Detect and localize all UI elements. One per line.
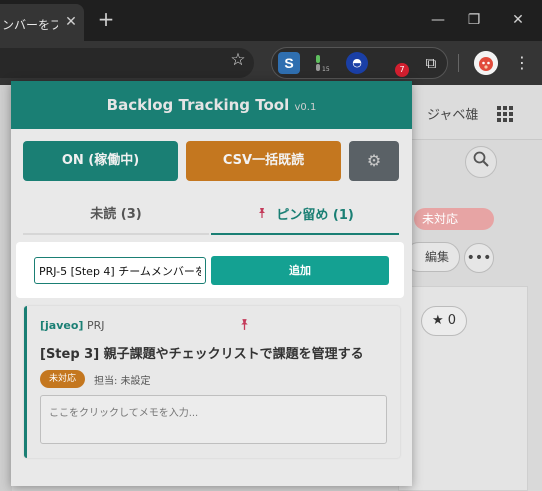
background-star-count: ★ 0 [421, 306, 467, 336]
green-extension-icon[interactable]: 15 [310, 52, 332, 74]
project-key: PRJ [86, 319, 105, 332]
background-user-name: ジャベ雄 [427, 108, 479, 123]
toolbar-divider [458, 54, 459, 72]
tab-close-icon[interactable]: ✕ [62, 13, 80, 31]
memo-textarea[interactable] [40, 395, 387, 444]
popup-header: Backlog Tracking Tool v0.1 [11, 81, 412, 129]
window-close-icon[interactable]: ✕ [506, 8, 530, 32]
notification-badge: 7 [395, 63, 409, 77]
issue-status-tag: 未対応 [40, 370, 85, 388]
issue-assignee: 担当: 未設定 [94, 376, 151, 387]
new-tab-icon[interactable]: + [94, 8, 118, 32]
toggle-on-button[interactable]: ON (稼働中) [23, 141, 178, 181]
popup-title: Backlog Tracking Tool v0.1 [11, 96, 412, 114]
tab-title: ンバーをプ [2, 18, 58, 32]
s-extension-icon[interactable]: S [278, 52, 300, 74]
unpin-icon[interactable] [238, 318, 251, 334]
space-name: [javeo] [40, 319, 84, 332]
add-button[interactable]: 追加 [211, 256, 389, 285]
pin-icon [256, 208, 272, 222]
csv-bulk-read-button[interactable]: CSV一括既読 [186, 141, 341, 181]
background-more-icon: ••• [464, 243, 494, 273]
background-edit-button: 編集 [404, 242, 460, 272]
tab-pinned[interactable]: ピン留め (1) [211, 197, 399, 235]
profile-avatar[interactable] [474, 51, 498, 75]
background-status-pill: 未対応 [414, 208, 494, 230]
star-count-value: 0 [447, 313, 457, 328]
popup-title-text: Backlog Tracking Tool [106, 96, 290, 114]
blue-circle-extension-icon[interactable]: ◓ [346, 52, 368, 74]
tab-pinned-label: ピン留め (1) [276, 208, 354, 223]
issue-title-link[interactable]: [Step 3] 親子課題やチェックリストで課題を管理する [40, 343, 364, 362]
popup-version: v0.1 [294, 102, 317, 113]
issue-space-line: [javeo] PRJ [40, 319, 104, 332]
minimize-icon[interactable]: — [426, 8, 450, 32]
address-bar[interactable] [0, 48, 254, 78]
issue-key-input[interactable] [34, 257, 206, 284]
tab-unread[interactable]: 未読 (3) [23, 197, 209, 235]
background-search-icon [465, 146, 497, 178]
svg-text:15: 15 [322, 66, 330, 73]
restore-icon[interactable]: ❐ [462, 8, 486, 32]
extensions-puzzle-icon[interactable]: ⧉ [420, 52, 442, 74]
browser-tab[interactable]: ンバーをプ ✕ [0, 4, 84, 41]
apps-grid-icon [497, 106, 513, 122]
bookmark-star-icon[interactable]: ☆ [228, 50, 248, 70]
settings-gear-icon[interactable]: ⚙ [349, 141, 399, 181]
browser-menu-icon[interactable]: ⋮ [514, 52, 530, 74]
